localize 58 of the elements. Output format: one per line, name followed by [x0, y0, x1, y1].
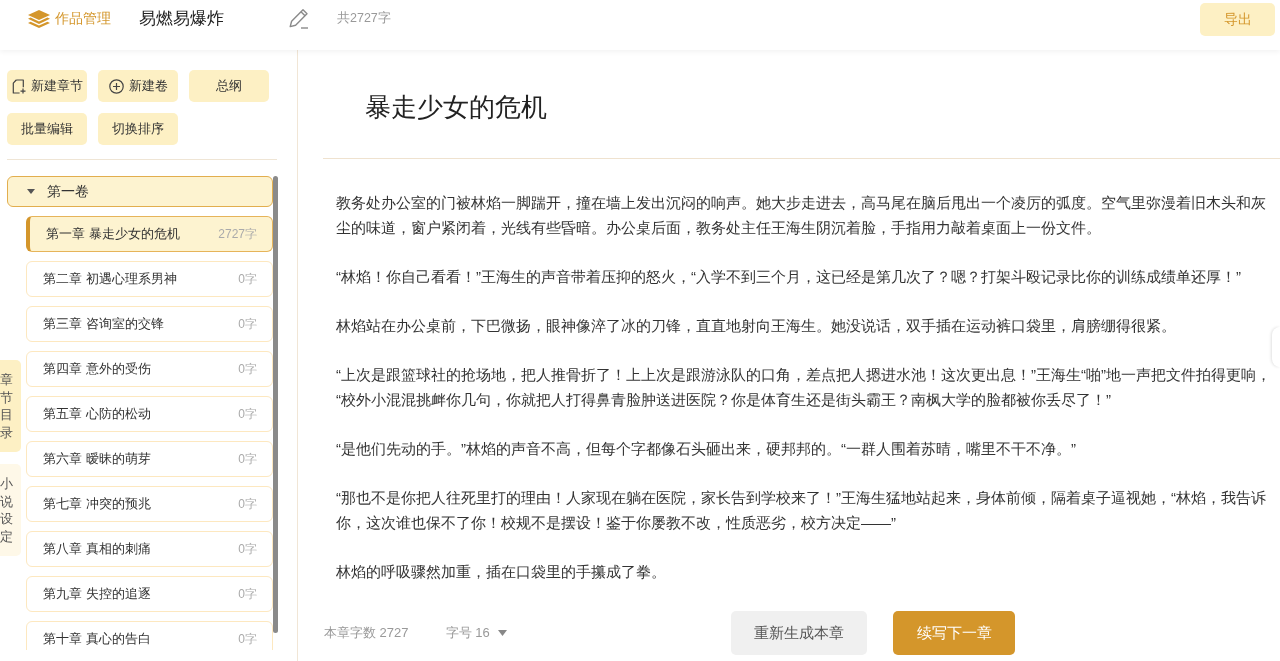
chapter-item[interactable]: 第八章 真相的刺痛 0字	[26, 531, 273, 567]
chapter-title: 第九章 失控的追逐	[43, 585, 151, 604]
story-paragraph: “那也不是你把人往死里打的理由！人家现在躺在医院，家长告到学校来了！”王海生猛地站起来，身体前倾，隔着桌子逼视她，“林焰，我告诉你，这次谁也保不了你！校规不是摆设！鉴于你屡教不改，性质恶劣，校方决定——”	[336, 488, 1267, 533]
toolbar-button[interactable]: 批量编辑	[7, 113, 87, 145]
chapter-title: 第二章 初遇心理系男神	[43, 270, 177, 289]
chapter-title: 第四章 意外的受伤	[43, 360, 151, 379]
page-plus-icon	[11, 78, 26, 94]
toolbar-button[interactable]: 新建卷	[98, 70, 178, 102]
chapter-title: 第六章 暧昧的萌芽	[43, 450, 151, 469]
scrollbar-thumb[interactable]	[273, 176, 278, 633]
word-count: 0字	[238, 271, 257, 288]
chapter-item[interactable]: 第六章 暧昧的萌芽 0字	[26, 441, 273, 477]
word-count: 0字	[238, 541, 257, 558]
chapter-item[interactable]: 第十章 真心的告白 0字	[26, 621, 273, 650]
chapter-item[interactable]: 第三章 咨询室的交锋 0字	[26, 306, 273, 342]
volume-item[interactable]: 第一卷	[7, 176, 273, 207]
toolbar-button[interactable]: 切换排序	[98, 113, 178, 145]
word-count: 0字	[238, 496, 257, 513]
chapter-title: 第一章 暴走少女的危机	[46, 225, 180, 244]
circle-plus-icon	[108, 78, 124, 94]
word-count: 0字	[238, 586, 257, 603]
word-count: 0字	[238, 316, 257, 333]
story-paragraph: 教务处办公室的门被林焰一脚踹开，撞在墙上发出沉闷的响声。她大步走进去，高马尾在脑后甩出一个凌厉的弧度。空气里弥漫着旧木头和灰尘的味道，窗户紧闭着，光线有些昏暗。办公桌后面，教务处主任王海生阴沉着脸，手指用力敲着桌面上一份文件。	[336, 193, 1267, 238]
word-count: 0字	[238, 451, 257, 468]
regenerate-button[interactable]: 重新生成本章	[731, 611, 867, 655]
story-paragraph: “林焰！你自己看看！”王海生的声音带着压抑的怒火，“入学不到三个月，这已经是第几次了？嗯？打架斗殴记录比你的训练成绩单还厚！”	[336, 267, 1242, 287]
word-count: 0字	[238, 631, 257, 648]
word-count: 2727字	[218, 226, 257, 243]
chapter-item[interactable]: 第四章 意外的受伤 0字	[26, 351, 273, 387]
caret-down-icon	[497, 630, 507, 636]
chapter-item[interactable]: 第七章 冲突的预兆 0字	[26, 486, 273, 522]
total-word-count: 共2727字	[337, 10, 391, 28]
chapter-title: 第十章 真心的告白	[43, 630, 151, 649]
word-count: 0字	[238, 406, 257, 423]
word-count: 0字	[238, 361, 257, 378]
chapter-item[interactable]: 第二章 初遇心理系男神 0字	[26, 261, 273, 297]
chapter-heading: 暴走少女的危机	[365, 91, 547, 123]
volume-title: 第一卷	[47, 182, 89, 201]
chapter-title: 第七章 冲突的预兆	[43, 495, 151, 514]
toolbar-button[interactable]: 总纲	[189, 70, 269, 102]
chapter-title: 第五章 心防的松动	[43, 405, 151, 424]
side-tab[interactable]: 小说设定	[0, 464, 21, 557]
toolbar-button[interactable]: 新建章节	[7, 70, 87, 102]
layers-icon	[28, 9, 50, 28]
chapter-title: 第三章 咨询室的交锋	[43, 315, 164, 334]
chapter-item[interactable]: 第一章 暴走少女的危机 2727字	[26, 216, 273, 252]
story-paragraph: 林焰站在办公桌前，下巴微扬，眼神像淬了冰的刀锋，直直地射向王海生。她没说话，双手插在运动裤口袋里，肩膀绷得很紧。	[336, 316, 1177, 336]
pencil-icon[interactable]	[288, 8, 309, 29]
caret-down-icon	[27, 189, 35, 194]
chapter-item[interactable]: 第九章 失控的追逐 0字	[26, 576, 273, 612]
story-paragraph: “上次是跟篮球社的抢场地，把人推骨折了！上上次是跟游泳队的口角，差点把人摁进水池！这次更出息！”王海生“啪”地一声把文件拍得更响，“校外小混混挑衅你几句，你就把人打得鼻青脸肿送进医院？你是体育生还是街头霸王？南枫大学的脸都被你丢尽了！”	[336, 365, 1272, 410]
chapter-word-count: 本章字数 2727	[324, 624, 409, 643]
chapter-item[interactable]: 第五章 心防的松动 0字	[26, 396, 273, 432]
side-tab[interactable]: 章节目录	[0, 360, 21, 453]
chapter-title: 第八章 真相的刺痛	[43, 540, 151, 559]
story-paragraph: 林焰的呼吸骤然加重，插在口袋里的手攥成了拳。	[336, 562, 667, 582]
book-title: 易燃易爆炸	[139, 7, 224, 30]
story-paragraph: “是他们先动的手。”林焰的声音不高，但每个字都像石头砸出来，硬邦邦的。“一群人围着苏晴，嘴里不干不净。”	[336, 439, 1077, 459]
